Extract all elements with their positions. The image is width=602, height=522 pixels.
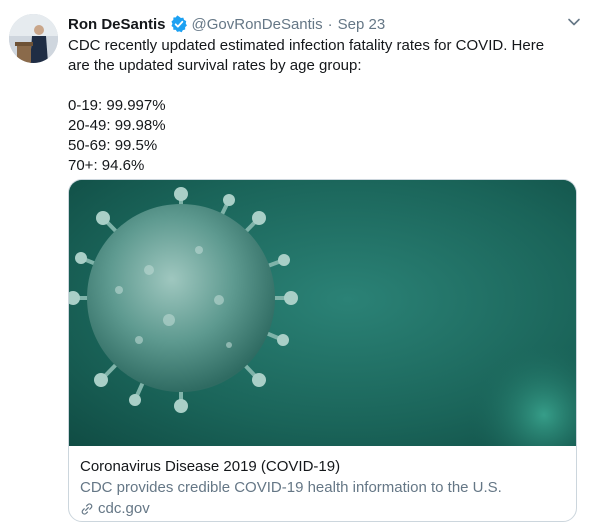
card-domain[interactable]: cdc.gov	[80, 500, 150, 517]
avatar[interactable]	[9, 14, 58, 63]
link-card[interactable]: Coronavirus Disease 2019 (COVID-19) CDC …	[68, 179, 577, 522]
avatar-image	[9, 14, 58, 63]
card-title[interactable]: Coronavirus Disease 2019 (COVID-19)	[80, 458, 340, 475]
author-name[interactable]: Ron DeSantis	[68, 16, 166, 33]
survival-rate-0-19: 0-19: 99.997%	[68, 97, 166, 114]
tweet-text: CDC recently updated estimated infection…	[68, 36, 568, 176]
coronavirus-image	[69, 180, 576, 490]
card-image[interactable]	[69, 180, 576, 490]
tweet-line: are the updated survival rates by age gr…	[68, 57, 362, 74]
survival-rate-50-69: 50-69: 99.5%	[68, 137, 158, 154]
survival-rate-20-49: 20-49: 99.98%	[68, 117, 166, 134]
separator-dot: ·	[327, 15, 333, 33]
tweet-header: Ron DeSantis @GovRonDeSantis · Sep 23	[68, 12, 582, 36]
chevron-down-icon[interactable]	[566, 14, 582, 30]
card-description: CDC provides credible COVID-19 health in…	[80, 479, 502, 496]
survival-rate-70-plus: 70+: 94.6%	[68, 157, 145, 174]
tweet-date[interactable]: Sep 23	[338, 16, 386, 33]
link-icon	[81, 502, 93, 515]
verified-badge-icon	[170, 15, 187, 33]
card-domain-text[interactable]: cdc.gov	[98, 500, 150, 517]
author-handle[interactable]: @GovRonDeSantis	[192, 16, 323, 33]
tweet-line: CDC recently updated estimated infection…	[68, 37, 545, 54]
